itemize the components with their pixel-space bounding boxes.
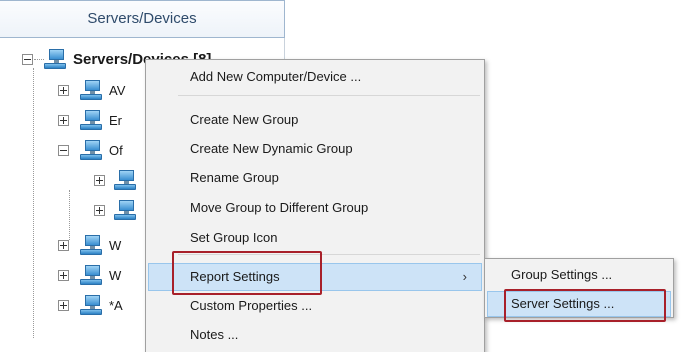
server-group-icon — [79, 264, 103, 286]
menu-item-create-group[interactable]: Create New Group — [148, 106, 482, 134]
tree-node-w1[interactable]: W — [58, 231, 121, 259]
collapse-icon[interactable] — [58, 144, 69, 156]
server-group-icon — [113, 199, 137, 221]
tree-node-child[interactable] — [94, 166, 137, 194]
menu-item-create-dynamic-group[interactable]: Create New Dynamic Group — [148, 135, 482, 163]
tree-node-label: Er — [109, 112, 122, 128]
expand-icon[interactable] — [94, 204, 105, 216]
menu-separator — [178, 254, 480, 255]
menu-item-notes[interactable]: Notes ... — [148, 321, 482, 349]
expand-icon[interactable] — [58, 269, 69, 281]
tree-node-a[interactable]: *A — [58, 291, 123, 319]
menu-separator — [178, 95, 480, 96]
expand-icon[interactable] — [58, 239, 69, 251]
tree-node-label: AV — [109, 82, 126, 98]
menu-item-label: Report Settings — [190, 269, 280, 284]
submenu-arrow-icon: › — [462, 269, 467, 284]
menu-item-rename-group[interactable]: Rename Group — [148, 164, 482, 192]
tree-node-label: W — [109, 267, 122, 283]
context-menu: Add New Computer/Device ... Create New G… — [145, 59, 485, 352]
server-group-icon — [79, 294, 103, 316]
tree-connector — [33, 68, 34, 338]
server-group-icon — [113, 169, 137, 191]
expand-icon[interactable] — [58, 299, 69, 311]
submenu-item-group-settings[interactable]: Group Settings ... — [487, 262, 671, 288]
menu-item-add-computer[interactable]: Add New Computer/Device ... — [148, 63, 482, 91]
tree-node-er[interactable]: Er — [58, 106, 122, 134]
report-settings-submenu: Group Settings ... Server Settings ... — [484, 258, 674, 318]
expand-icon[interactable] — [58, 114, 69, 126]
expand-icon[interactable] — [58, 84, 69, 96]
menu-item-set-group-icon[interactable]: Set Group Icon — [148, 224, 482, 252]
tree-node-of[interactable]: Of — [58, 136, 123, 164]
server-group-icon — [79, 234, 103, 256]
menu-item-report-settings[interactable]: Report Settings › — [148, 263, 482, 291]
collapse-icon[interactable] — [22, 53, 33, 65]
tree-node-label: *A — [109, 297, 123, 313]
tree-node-w2[interactable]: W — [58, 261, 121, 289]
tree-node-av[interactable]: AV — [58, 76, 125, 104]
tree-node-child[interactable] — [94, 196, 137, 224]
tree-node-label: W — [109, 237, 122, 253]
menu-item-move-group[interactable]: Move Group to Different Group — [148, 194, 482, 222]
server-group-icon — [79, 109, 103, 131]
server-group-icon — [43, 48, 67, 70]
menu-item-custom-properties[interactable]: Custom Properties ... — [148, 292, 482, 320]
panel-header: Servers/Devices — [0, 0, 285, 38]
server-group-icon — [79, 79, 103, 101]
expand-icon[interactable] — [94, 174, 105, 186]
server-group-icon — [79, 139, 103, 161]
tree-node-label: Of — [109, 142, 123, 158]
submenu-item-server-settings[interactable]: Server Settings ... — [487, 291, 671, 317]
